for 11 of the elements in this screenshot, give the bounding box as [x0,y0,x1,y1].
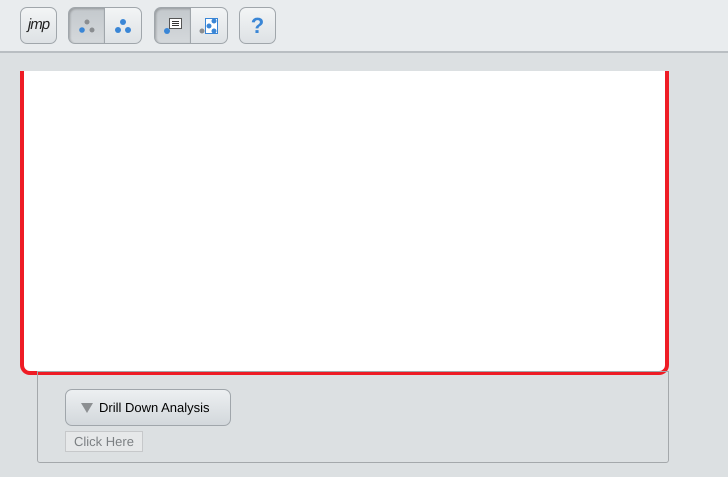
dots-icon [114,18,132,34]
scatter-box-icon [199,16,219,34]
label-mode-button[interactable] [154,7,191,44]
point-mode-button[interactable] [105,7,142,44]
label-icon [162,16,182,34]
dots-icon [78,18,94,32]
drill-down-button[interactable]: Drill Down Analysis [65,389,231,426]
collapse-triangle-icon [81,402,93,412]
logo-button[interactable]: jmp [20,7,57,44]
label-mode-button[interactable] [191,7,228,44]
point-mode-button[interactable] [68,7,105,44]
